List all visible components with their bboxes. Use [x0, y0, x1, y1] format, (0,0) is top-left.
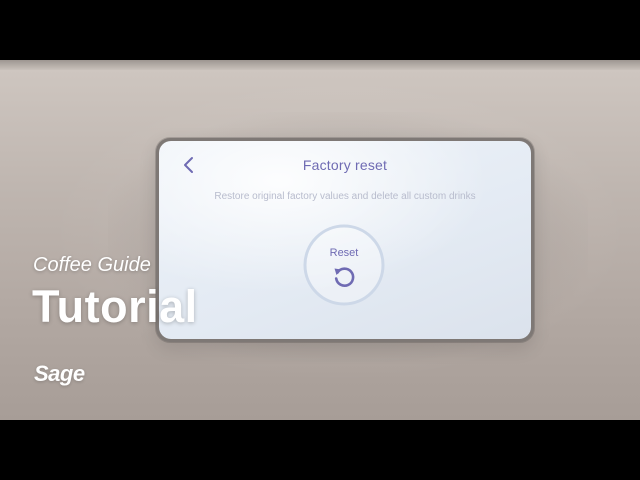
touch-screen: Factory reset Restore original factory v…	[159, 141, 531, 339]
screen-description: Restore original factory values and dele…	[214, 191, 476, 202]
letterbox-bottom	[0, 420, 640, 480]
video-frame: Factory reset Restore original factory v…	[0, 0, 640, 480]
reset-button-label: Reset	[329, 247, 359, 259]
video-title: Tutorial	[32, 281, 198, 332]
brand-logo: Sage	[34, 361, 85, 386]
reset-arrow-icon	[334, 267, 355, 287]
machine-front-panel: Factory reset Restore original factory v…	[0, 60, 640, 420]
video-subtitle: Coffee Guide	[33, 254, 151, 276]
letterbox-top	[0, 0, 640, 60]
screen-title: Factory reset	[302, 157, 388, 173]
panel-top-edge	[0, 60, 640, 70]
reset-button[interactable]: Reset	[302, 223, 386, 307]
